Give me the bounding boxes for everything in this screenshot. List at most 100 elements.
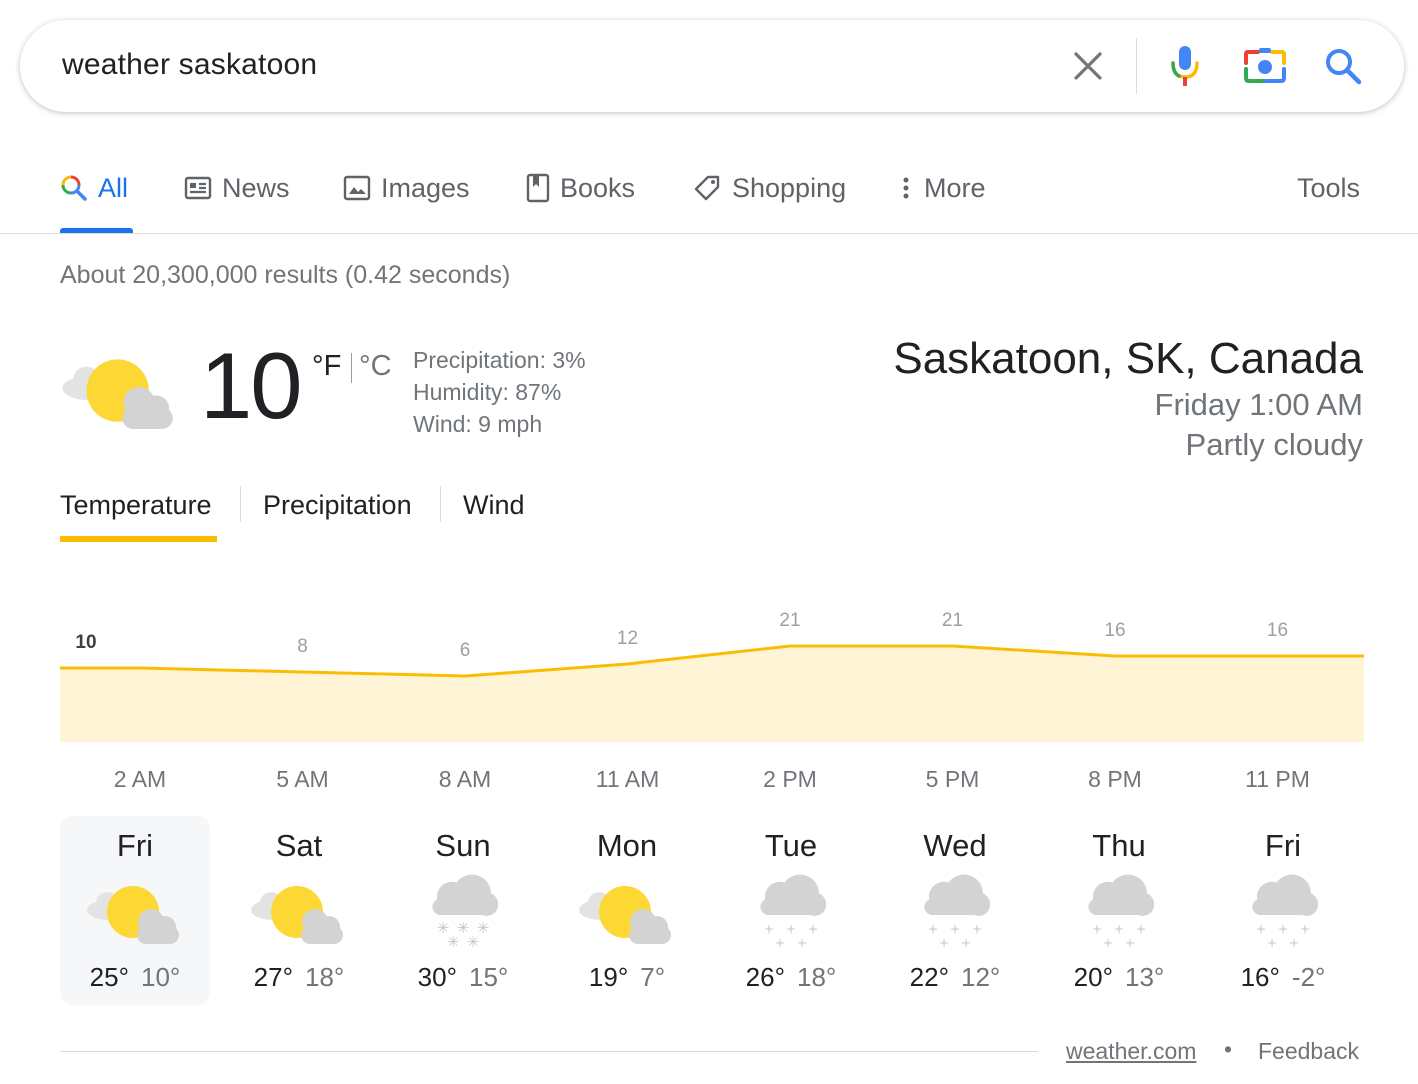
source-link[interactable]: weather.com [1066, 1038, 1196, 1065]
forecast-high: 22° [909, 962, 949, 992]
forecast-day[interactable]: Wed + + + + + 22° 12° [880, 816, 1030, 1005]
tools-button[interactable]: Tools [1297, 170, 1360, 206]
chart-data-label: 21 [779, 610, 800, 631]
chart-data-label: 8 [297, 636, 308, 657]
chart-tab-indicator [60, 536, 217, 542]
tab-label: All [98, 172, 129, 203]
svg-text:✳: ✳ [447, 933, 460, 951]
feedback-link[interactable]: Feedback [1258, 1038, 1359, 1065]
clear-icon[interactable] [1063, 41, 1113, 91]
svg-text:+: + [961, 936, 971, 950]
hour-label: 11 PM [1245, 766, 1310, 792]
forecast-day-name: Tue [764, 828, 818, 863]
chart-data-label: 21 [942, 610, 963, 631]
tab-temperature[interactable]: Temperature [60, 490, 212, 521]
tab-label: More [924, 172, 986, 203]
chart-data-label: 12 [617, 628, 638, 649]
result-stats: About 20,300,000 results (0.42 seconds) [60, 261, 511, 289]
search-icon[interactable] [1318, 41, 1368, 91]
unit-separator [351, 353, 352, 383]
forecast-temps: 26° 18° [716, 962, 866, 993]
snow-icon: ✳ ✳ ✳✳ ✳ [432, 874, 499, 951]
temperature-chart: 10 8 6 12 21 21 16 16 [60, 610, 1364, 742]
forecast-low: 13° [1125, 962, 1165, 992]
light-snow-icon: + + ++ + [1088, 874, 1155, 950]
svg-text:+: + [775, 936, 785, 950]
svg-text:+: + [928, 922, 938, 936]
unit-celsius[interactable]: °C [359, 350, 392, 383]
svg-text:+: + [808, 922, 818, 936]
search-bar: weather saskatoon [20, 20, 1404, 112]
tab-all[interactable]: All [60, 170, 128, 206]
tab-books[interactable]: Books [526, 170, 635, 206]
humidity-detail: Humidity: 87% [413, 379, 562, 405]
forecast-temps: 22° 12° [880, 962, 1030, 993]
light-snow-icon: + + ++ + [924, 874, 991, 950]
tab-shopping[interactable]: Shopping [692, 170, 846, 206]
tab-label: Images [381, 172, 470, 203]
tab-label: Shopping [732, 172, 847, 203]
footer-separator: • [1224, 1036, 1233, 1062]
tab-wind[interactable]: Wind [463, 490, 525, 521]
tab-more[interactable]: More [898, 170, 986, 206]
forecast-high: 30° [417, 962, 457, 992]
forecast-high: 16° [1240, 962, 1280, 992]
forecast-high: 25° [89, 962, 129, 992]
forecast-low: 15° [469, 962, 509, 992]
forecast-day[interactable]: Fri 25° 10° [60, 816, 210, 1005]
chart-tab-separator [240, 486, 241, 522]
forecast-day[interactable]: Sun ✳ ✳ ✳ ✳ ✳ 30° 15° [388, 816, 538, 1005]
forecast-temps: 30° 15° [388, 962, 538, 993]
forecast-high: 19° [588, 962, 629, 992]
chart-point [463, 674, 467, 678]
svg-text:✳: ✳ [467, 933, 480, 951]
tabs-divider [0, 233, 1418, 234]
forecast-day[interactable]: Sat 27° 18° [224, 816, 374, 1005]
weather-datetime: Friday 1:00 AM [1154, 387, 1363, 422]
svg-text:+: + [939, 936, 949, 950]
partly-cloudy-icon [87, 886, 179, 944]
forecast-high: 26° [745, 962, 785, 992]
tab-images[interactable]: Images [343, 170, 470, 206]
tab-precipitation[interactable]: Precipitation [263, 490, 412, 521]
forecast-low: -2° [1291, 962, 1326, 992]
chart-data-label: 16 [1104, 620, 1125, 641]
unit-fahrenheit[interactable]: °F [312, 350, 341, 383]
chart-point [788, 644, 792, 648]
hour-label: 5 PM [925, 766, 980, 792]
chart-point [1113, 654, 1117, 658]
forecast-day-name: Wed [923, 828, 987, 863]
chart-point [301, 670, 304, 674]
tab-news[interactable]: News [184, 170, 290, 206]
chart-point [138, 666, 142, 670]
microphone-icon[interactable] [1160, 41, 1210, 91]
svg-text:+: + [1300, 922, 1310, 936]
search-input[interactable]: weather saskatoon [62, 48, 317, 82]
svg-text:+: + [1136, 922, 1146, 936]
google-search-icon [60, 174, 88, 202]
forecast-day-name: Fri [1264, 828, 1302, 863]
tab-label: Books [560, 172, 636, 203]
forecast-temps: 19° 7° [552, 962, 702, 993]
chart-point [1276, 654, 1279, 658]
forecast-day[interactable]: Thu + + + + +20° 13° [1044, 816, 1194, 1005]
forecast-high: 27° [253, 962, 293, 992]
chart-point [951, 644, 954, 648]
svg-text:+: + [1125, 936, 1135, 950]
svg-text:+: + [786, 922, 796, 936]
tab-label: News [222, 172, 290, 203]
forecast-low: 18° [305, 962, 345, 992]
partly-cloudy-icon [60, 345, 180, 441]
forecast-temps: 16° -2° [1208, 962, 1358, 993]
forecast-low: 10° [141, 962, 181, 992]
news-icon [184, 175, 212, 201]
forecast-day[interactable]: Mon 19° 7° [552, 816, 702, 1005]
svg-text:+: + [950, 922, 960, 936]
forecast-day-name: Thu [1092, 828, 1146, 863]
forecast-day[interactable]: Fri + + + + +16° -2° [1208, 816, 1358, 1005]
forecast-day-name: Sat [275, 828, 323, 863]
more-vert-icon [898, 174, 914, 202]
svg-text:+: + [1092, 922, 1102, 936]
camera-lens-icon[interactable] [1240, 41, 1290, 91]
forecast-day[interactable]: Tue + + + + +26° 18° [716, 816, 866, 1005]
